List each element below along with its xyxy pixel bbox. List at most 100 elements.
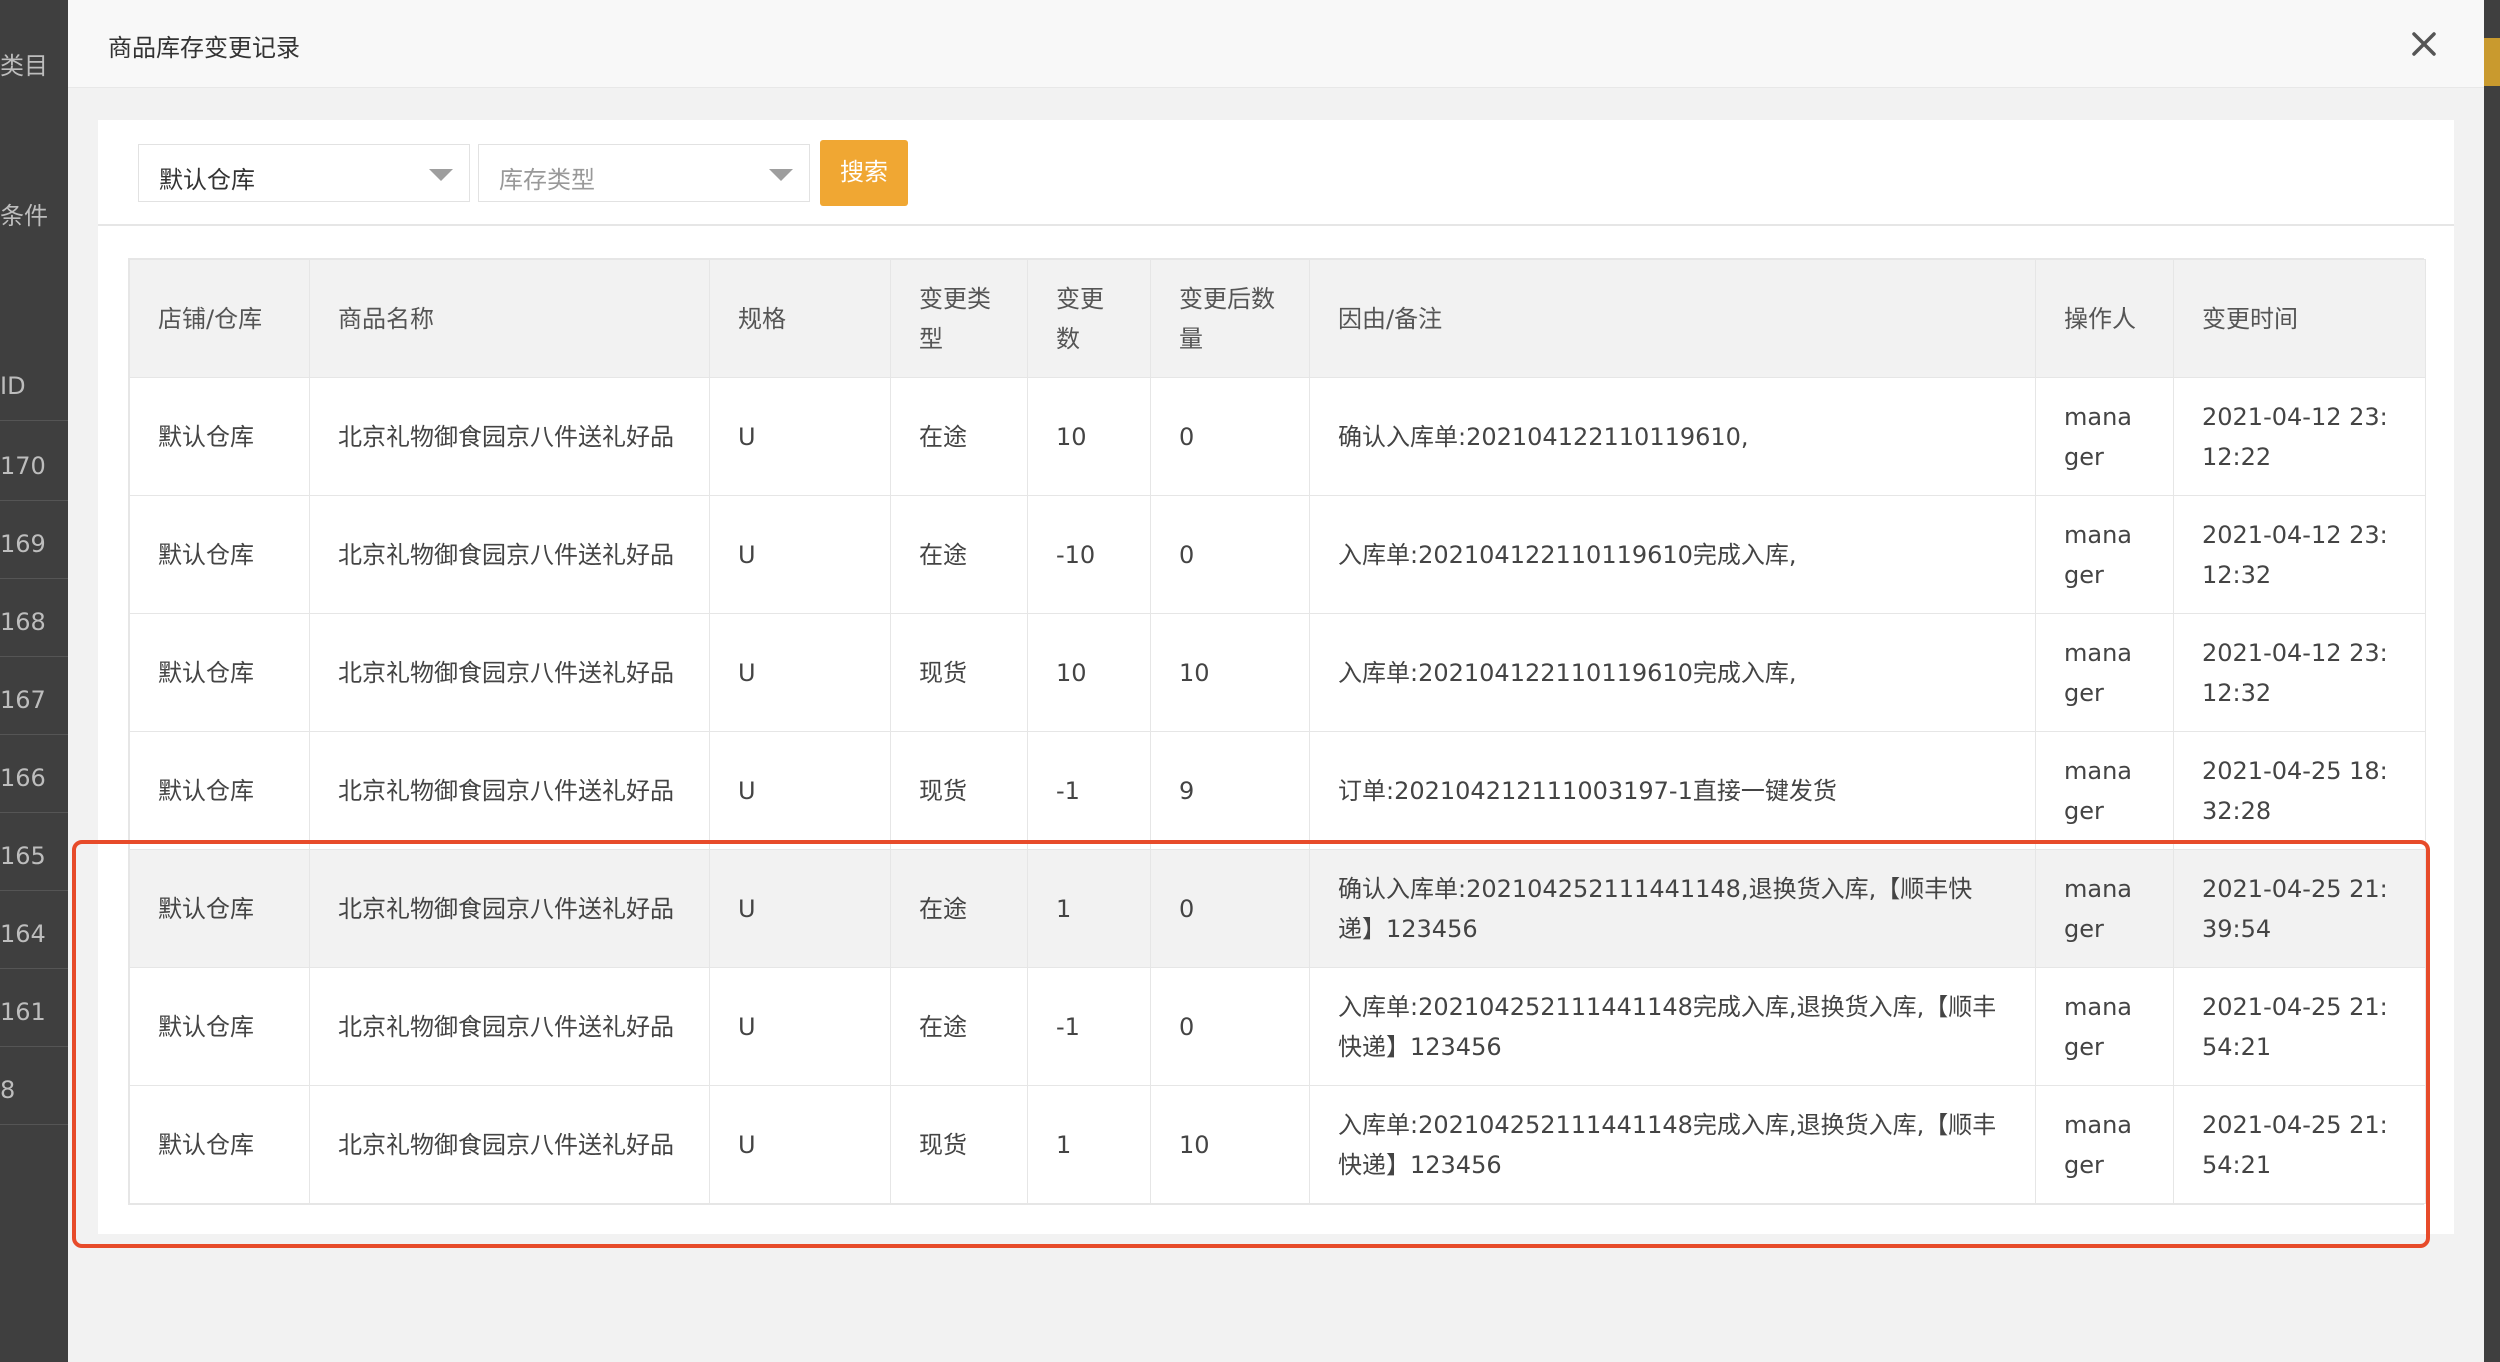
inventory-log-table: 店铺/仓库 商品名称 规格 变更类型 变更数 变更后数量 因由/备注 操作人 变…	[128, 258, 2426, 1205]
cell-product: 北京礼物御食园京八件送礼好品	[309, 377, 710, 496]
cell-reason: 入库单:202104252111441148完成入库,退换货入库,【顺丰快递】1…	[1309, 1085, 2036, 1204]
cell-change-qty: 1	[1027, 1085, 1151, 1204]
cell-spec: U	[709, 495, 891, 614]
cell-change-type: 在途	[890, 377, 1028, 496]
table-header-row: 店铺/仓库 商品名称 规格 变更类型 变更数 变更后数量 因由/备注 操作人 变…	[129, 259, 2426, 378]
cell-store: 默认仓库	[129, 731, 310, 850]
background-text: 166	[0, 764, 46, 792]
background-divider	[0, 890, 68, 891]
background-text: 168	[0, 608, 46, 636]
warehouse-select-value: 默认仓库	[159, 166, 255, 194]
cell-after-qty: 0	[1150, 849, 1310, 968]
cell-time: 2021-04-25 21:39:54	[2173, 849, 2426, 968]
table-row: 默认仓库 北京礼物御食园京八件送礼好品 U 现货 1 10 入库单:202104…	[129, 1085, 2426, 1204]
modal-title: 商品库存变更记录	[108, 34, 300, 62]
cell-time: 2021-04-25 21:54:21	[2173, 967, 2426, 1086]
close-button[interactable]	[2406, 26, 2442, 62]
cell-change-qty: -1	[1027, 731, 1151, 850]
background-text: 165	[0, 842, 46, 870]
column-header-after-qty: 变更后数量	[1150, 259, 1310, 378]
inventory-change-modal: 商品库存变更记录 默认仓库 库存类型 搜索 店铺/仓库 商品名称 规格 变更类型…	[68, 0, 2484, 1362]
cell-after-qty: 0	[1150, 967, 1310, 1086]
column-header-product: 商品名称	[309, 259, 710, 378]
background-text: 169	[0, 530, 46, 558]
cell-change-type: 现货	[890, 1085, 1028, 1204]
background-text: 8	[0, 1076, 16, 1104]
background-divider	[0, 1046, 68, 1047]
cell-time: 2021-04-25 21:54:21	[2173, 1085, 2426, 1204]
cell-store: 默认仓库	[129, 377, 310, 496]
table-row: 默认仓库 北京礼物御食园京八件送礼好品 U 现货 10 10 入库单:20210…	[129, 613, 2426, 732]
background-divider	[0, 734, 68, 735]
cell-time: 2021-04-25 18:32:28	[2173, 731, 2426, 850]
cell-change-qty: -10	[1027, 495, 1151, 614]
column-header-store: 店铺/仓库	[129, 259, 310, 378]
cell-after-qty: 10	[1150, 1085, 1310, 1204]
stock-type-placeholder: 库存类型	[499, 166, 595, 194]
cell-change-qty: 10	[1027, 377, 1151, 496]
cell-product: 北京礼物御食园京八件送礼好品	[309, 613, 710, 732]
cell-change-qty: -1	[1027, 967, 1151, 1086]
cell-change-type: 在途	[890, 495, 1028, 614]
table-row: 默认仓库 北京礼物御食园京八件送礼好品 U 在途 10 0 确认入库单:2021…	[129, 377, 2426, 496]
background-divider	[0, 812, 68, 813]
column-header-reason: 因由/备注	[1309, 259, 2036, 378]
cell-product: 北京礼物御食园京八件送礼好品	[309, 967, 710, 1086]
cell-spec: U	[709, 613, 891, 732]
table-row: 默认仓库 北京礼物御食园京八件送礼好品 U 在途 -1 0 入库单:202104…	[129, 967, 2426, 1086]
cell-store: 默认仓库	[129, 495, 310, 614]
cell-reason: 入库单:202104122110119610完成入库,	[1309, 613, 2036, 732]
background-divider	[0, 656, 68, 657]
cell-time: 2021-04-12 23:12:32	[2173, 495, 2426, 614]
cell-time: 2021-04-12 23:12:22	[2173, 377, 2426, 496]
background-text: ID	[0, 372, 26, 400]
cell-product: 北京礼物御食园京八件送礼好品	[309, 1085, 710, 1204]
cell-reason: 确认入库单:202104252111441148,退换货入库,【顺丰快递】123…	[1309, 849, 2036, 968]
cell-spec: U	[709, 1085, 891, 1204]
background-text: 170	[0, 452, 46, 480]
cell-after-qty: 10	[1150, 613, 1310, 732]
cell-reason: 订单:202104212111003197-1直接一键发货	[1309, 731, 2036, 850]
background-tab	[2484, 38, 2500, 86]
chevron-down-icon	[769, 169, 793, 181]
cell-after-qty: 0	[1150, 495, 1310, 614]
cell-store: 默认仓库	[129, 613, 310, 732]
cell-operator: manager	[2035, 1085, 2174, 1204]
cell-after-qty: 0	[1150, 377, 1310, 496]
table-row: 默认仓库 北京礼物御食园京八件送礼好品 U 现货 -1 9 订单:2021042…	[129, 731, 2426, 850]
column-header-change-type: 变更类型	[890, 259, 1028, 378]
cell-change-type: 现货	[890, 613, 1028, 732]
cell-store: 默认仓库	[129, 967, 310, 1086]
cell-operator: manager	[2035, 731, 2174, 850]
cell-product: 北京礼物御食园京八件送礼好品	[309, 731, 710, 850]
warehouse-select[interactable]: 默认仓库	[138, 144, 470, 202]
background-left-column: 类目 条件 ID 170 169 168 167 166 165 164 161…	[0, 0, 68, 1362]
cell-product: 北京礼物御食园京八件送礼好品	[309, 849, 710, 968]
background-divider	[0, 500, 68, 501]
background-right-column	[2484, 0, 2500, 1362]
content-panel: 默认仓库 库存类型 搜索 店铺/仓库 商品名称 规格 变更类型 变更数 变更后数…	[98, 120, 2454, 1234]
cell-product: 北京礼物御食园京八件送礼好品	[309, 495, 710, 614]
cell-change-qty: 1	[1027, 849, 1151, 968]
stock-type-select[interactable]: 库存类型	[478, 144, 810, 202]
filter-toolbar: 默认仓库 库存类型 搜索	[98, 120, 2454, 226]
cell-change-type: 在途	[890, 849, 1028, 968]
cell-store: 默认仓库	[129, 849, 310, 968]
background-text: 条件	[0, 202, 48, 230]
column-header-change-qty: 变更数	[1027, 259, 1151, 378]
close-icon	[2412, 32, 2436, 56]
search-button[interactable]: 搜索	[820, 140, 908, 206]
cell-spec: U	[709, 849, 891, 968]
background-text: 类目	[0, 52, 48, 80]
cell-operator: manager	[2035, 849, 2174, 968]
background-text: 161	[0, 998, 46, 1026]
cell-operator: manager	[2035, 967, 2174, 1086]
cell-reason: 确认入库单:202104122110119610,	[1309, 377, 2036, 496]
cell-spec: U	[709, 967, 891, 1086]
cell-time: 2021-04-12 23:12:32	[2173, 613, 2426, 732]
background-divider	[0, 1124, 68, 1125]
modal-header: 商品库存变更记录	[68, 0, 2484, 88]
cell-after-qty: 9	[1150, 731, 1310, 850]
column-header-operator: 操作人	[2035, 259, 2174, 378]
cell-change-qty: 10	[1027, 613, 1151, 732]
